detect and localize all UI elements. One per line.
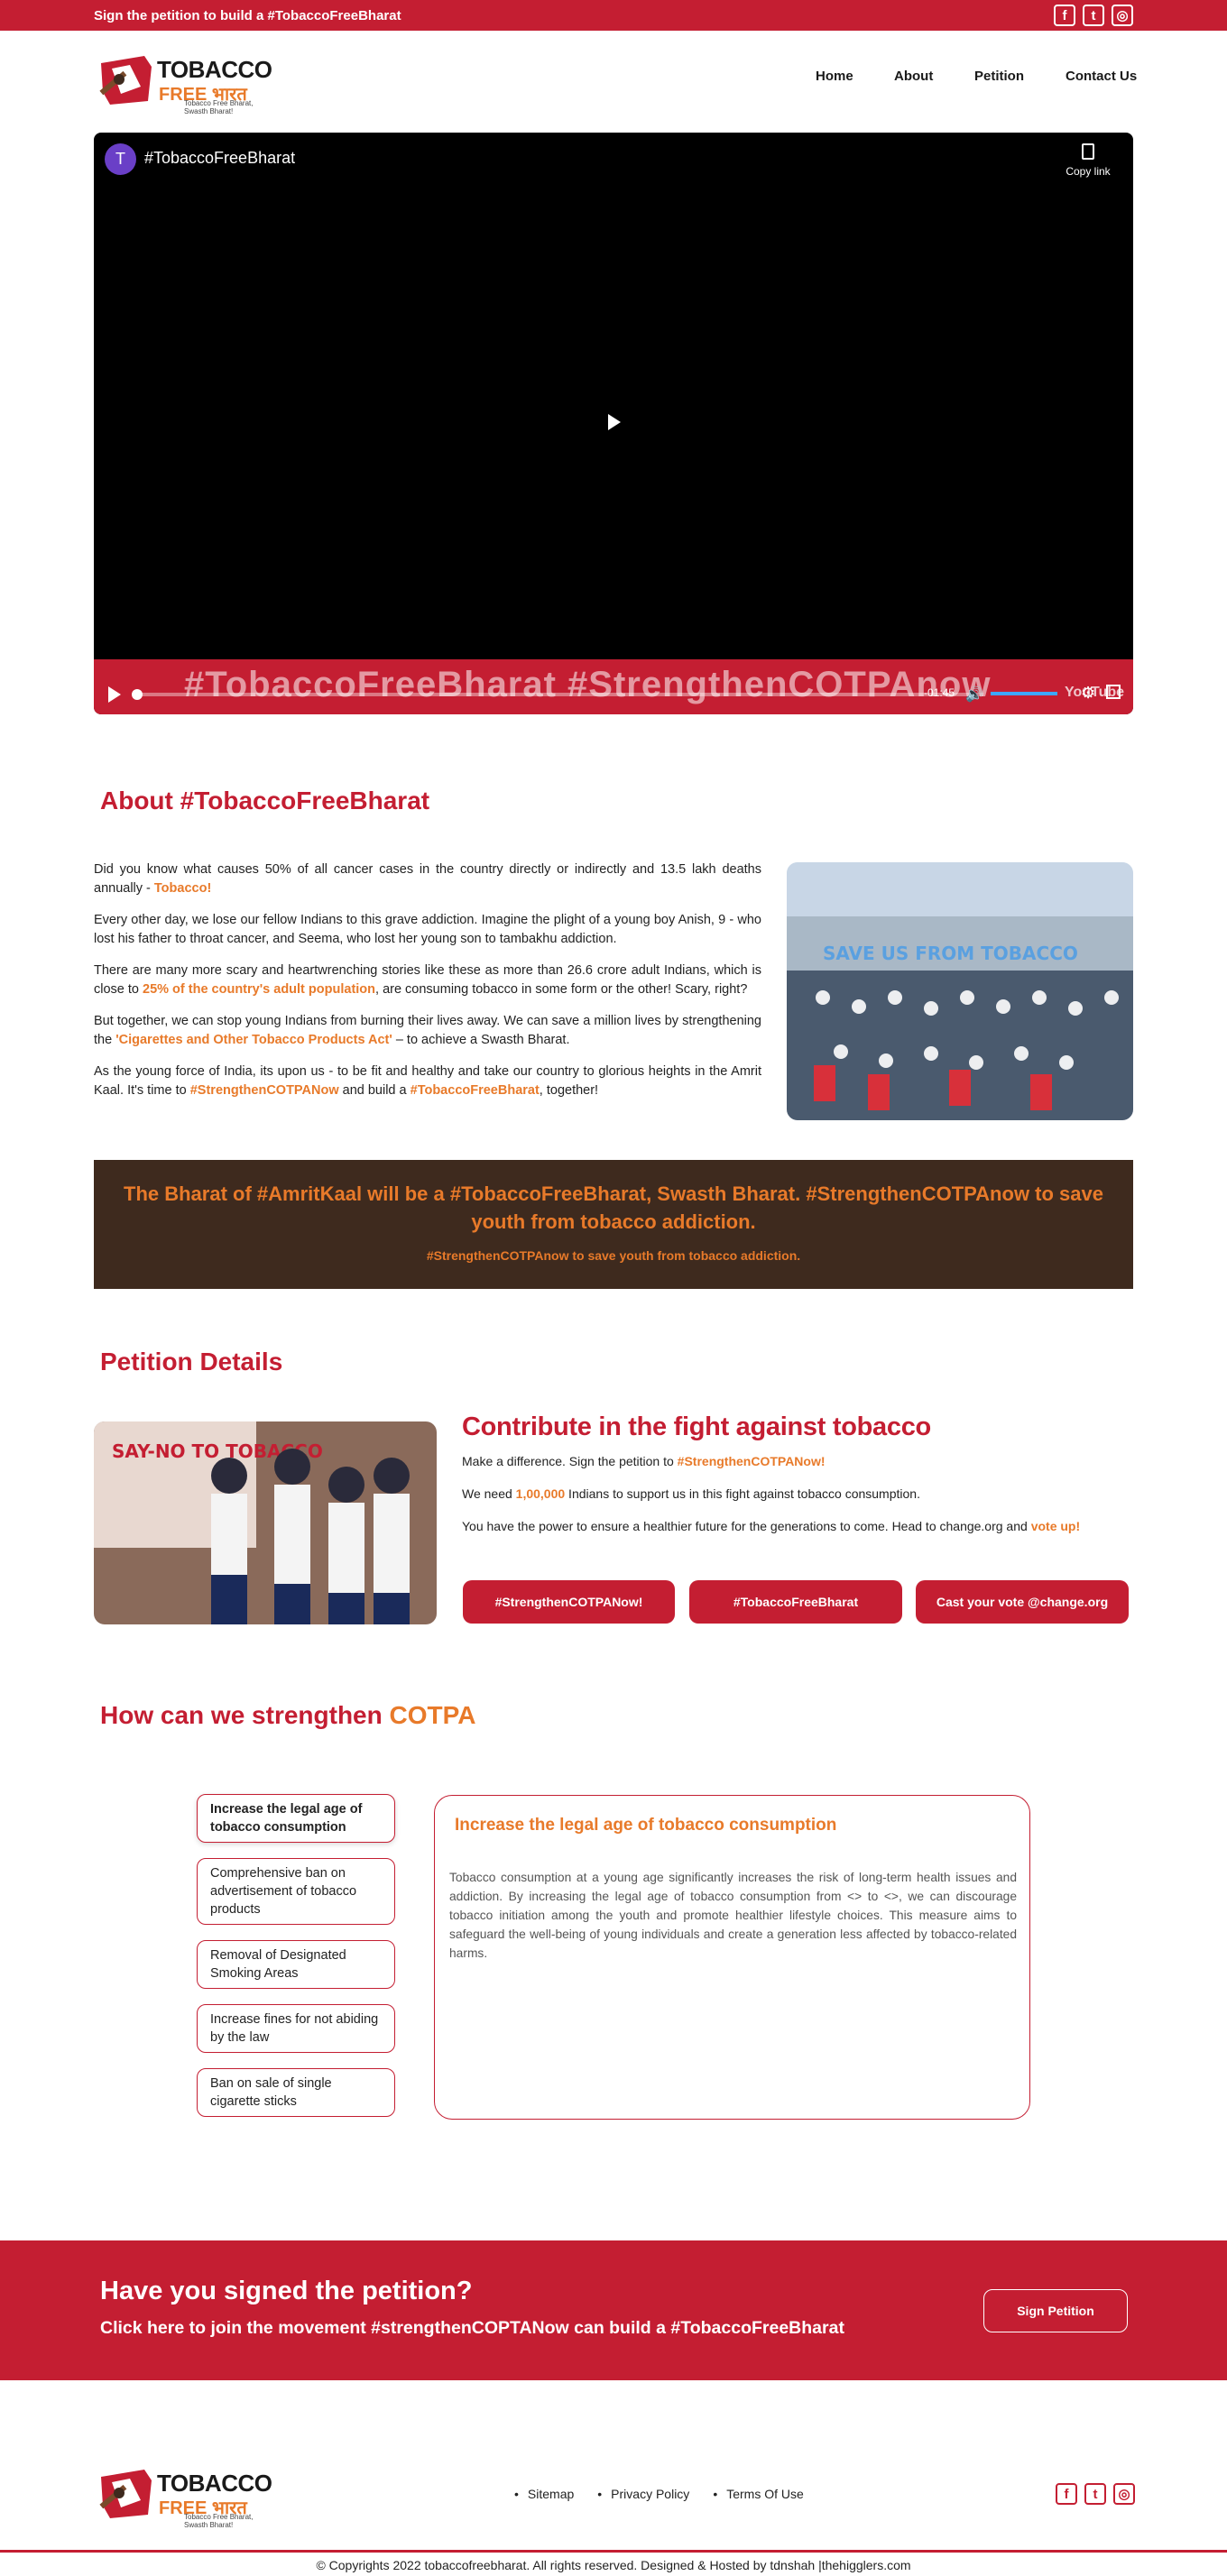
logo-mark-icon — [99, 56, 152, 105]
about-p3: There are many more scary and heartwrenc… — [94, 963, 761, 997]
twitter-icon[interactable]: t — [1083, 5, 1104, 26]
site-logo[interactable]: TOBACCO FREE भारत Tobacco Free Bharat, S… — [94, 43, 272, 115]
contribute-line-3: You have the power to ensure a healthier… — [462, 1519, 1081, 1533]
facebook-icon[interactable]: f — [1056, 2483, 1077, 2505]
about-heading: About #TobaccoFreeBharat — [100, 787, 430, 814]
footer-link-privacy[interactable]: Privacy Policy — [597, 2487, 689, 2501]
tab-single-cigarette-ban[interactable]: Ban on sale of single cigarette sticks — [197, 2068, 395, 2117]
play-icon[interactable] — [608, 414, 621, 430]
facebook-icon[interactable]: f — [1054, 5, 1075, 26]
nav-home[interactable]: Home — [816, 69, 853, 84]
volume-icon[interactable]: 🔊 — [965, 685, 983, 704]
footer-logo[interactable]: TOBACCO FREE भारत Tobacco Free Bharat, S… — [94, 2457, 272, 2529]
top-social-links: f t ◎ — [1054, 5, 1133, 26]
footer-logo-title: TOBACCO — [157, 2470, 272, 2497]
nav-about[interactable]: About — [894, 69, 933, 84]
quote-band: The Bharat of #AmritKaal will be a #Toba… — [94, 1160, 1133, 1289]
copy-icon — [1082, 143, 1094, 160]
contribute-title: Contribute in the fight against tobacco — [462, 1412, 931, 1441]
instagram-icon[interactable]: ◎ — [1113, 2483, 1135, 2505]
footer-logo-mark-icon — [99, 2470, 152, 2518]
contribute-line-2: We need 1,00,000 Indians to support us i… — [462, 1486, 920, 1501]
group-photo: SAVE US FROM TOBACCO — [787, 862, 1133, 1120]
sign-petition-cta: Have you signed the petition? Click here… — [0, 2240, 1227, 2380]
footer-link-sitemap[interactable]: Sitemap — [514, 2487, 574, 2501]
cta-subtitle[interactable]: Click here to join the movement #strengt… — [100, 2318, 844, 2339]
twitter-icon[interactable]: t — [1084, 2483, 1106, 2505]
video-banner-text: #TobaccoFreeBharat #StrengthenCOTPAnow — [184, 665, 992, 704]
fullscreen-icon[interactable] — [1106, 685, 1121, 699]
copy-link-button[interactable]: Copy link — [1061, 143, 1115, 178]
band-subtext: #StrengthenCOTPAnow to save youth from t… — [426, 1248, 801, 1263]
strengthen-cotpa-button[interactable]: #StrengthenCOTPANow! — [463, 1580, 675, 1624]
control-play-icon[interactable] — [108, 686, 121, 703]
panel-title: Increase the legal age of tobacco consum… — [455, 1816, 837, 1835]
cotpa-detail-panel: Increase the legal age of tobacco consum… — [434, 1795, 1030, 2120]
about-p1: Did you know what causes 50% of all canc… — [94, 862, 761, 896]
video-player[interactable]: T #TobaccoFreeBharat Copy link #TobaccoF… — [94, 133, 1133, 714]
tobacco-free-bharat-button[interactable]: #TobaccoFreeBharat — [689, 1580, 902, 1624]
cotpa-heading: How can we strengthen COTPA — [100, 1701, 476, 1729]
about-p5: As the young force of India, its upon us… — [94, 1064, 761, 1098]
sign-petition-button[interactable]: Sign Petition — [983, 2289, 1128, 2332]
photo-sign-text: SAVE US FROM TOBACCO — [823, 943, 1078, 964]
time-remaining: -01:45 — [924, 686, 955, 699]
copyright-text: © Copyrights 2022 tobaccofreebharat. All… — [0, 2550, 1227, 2576]
instagram-icon[interactable]: ◎ — [1112, 5, 1133, 26]
video-title[interactable]: #TobaccoFreeBharat — [144, 149, 295, 168]
about-text: Did you know what causes 50% of all canc… — [94, 860, 761, 1113]
about-p4: But together, we can stop young Indians … — [94, 1014, 761, 1047]
footer-link-terms[interactable]: Terms Of Use — [713, 2487, 804, 2501]
tab-increase-fines[interactable]: Increase fines for not abiding by the la… — [197, 2004, 395, 2053]
progress-bar[interactable] — [135, 693, 983, 696]
footer-links: Sitemap Privacy Policy Terms Of Use — [514, 2487, 804, 2501]
copy-link-label: Copy link — [1066, 165, 1111, 178]
volume-slider[interactable] — [991, 692, 1057, 695]
tab-advertisement-ban[interactable]: Comprehensive ban on advertisement of to… — [197, 1858, 395, 1925]
band-headline: The Bharat of #AmritKaal will be a #Toba… — [124, 1182, 1103, 1233]
logo-tagline: Tobacco Free Bharat, Swasth Bharat! — [184, 99, 254, 115]
progress-handle[interactable] — [132, 689, 143, 700]
cta-title: Have you signed the petition? — [100, 2277, 473, 2305]
nav-contact[interactable]: Contact Us — [1066, 69, 1137, 84]
settings-gear-icon[interactable]: ⚙ — [1081, 684, 1095, 703]
panel-text: Tobacco consumption at a young age signi… — [449, 1871, 1017, 1960]
tab-smoking-areas[interactable]: Removal of Designated Smoking Areas — [197, 1940, 395, 1989]
contribute-line-1: Make a difference. Sign the petition to … — [462, 1454, 826, 1468]
footer-logo-tagline: Tobacco Free Bharat, Swasth Bharat! — [184, 2513, 254, 2529]
tab-legal-age[interactable]: Increase the legal age of tobacco consum… — [197, 1794, 395, 1843]
about-p2: Every other day, we lose our fellow Indi… — [94, 913, 761, 946]
cast-vote-button[interactable]: Cast your vote @change.org — [916, 1580, 1129, 1624]
petition-banner-text[interactable]: Sign the petition to build a #TobaccoFre… — [94, 8, 401, 23]
channel-avatar[interactable]: T — [105, 143, 136, 175]
logo-title: TOBACCO — [157, 56, 272, 83]
footer-social-links: f t ◎ — [1056, 2483, 1135, 2505]
top-bar: Sign the petition to build a #TobaccoFre… — [0, 0, 1227, 31]
nav-petition[interactable]: Petition — [974, 69, 1024, 84]
petition-photo: SAY-NO TO TOBACCO — [94, 1421, 437, 1624]
petition-heading: Petition Details — [100, 1348, 283, 1375]
